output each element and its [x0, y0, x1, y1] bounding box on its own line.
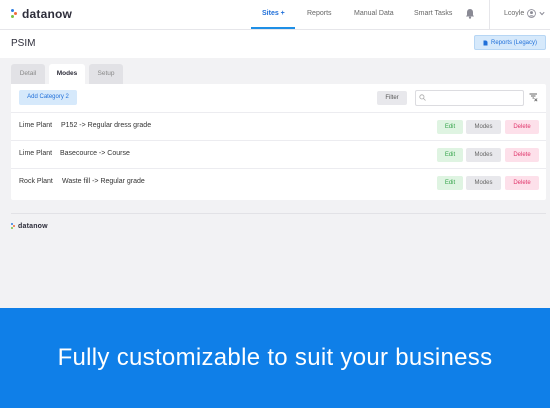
- logo-mark-icon: [11, 8, 17, 20]
- nav-divider: [489, 0, 490, 30]
- row-plant: Rock Plant: [19, 178, 53, 185]
- tab-modes[interactable]: Modes: [49, 64, 85, 84]
- delete-button[interactable]: Delete: [505, 120, 539, 134]
- reports-legacy-label: Reports (Legacy): [490, 39, 538, 46]
- nav-item-reports[interactable]: Reports: [307, 0, 332, 30]
- logo-mark-icon: [11, 222, 15, 230]
- page-header: PSIM Reports (Legacy): [0, 30, 550, 58]
- table-row: Lime Plant P152 -> Regular dress grade E…: [11, 112, 546, 140]
- row-mode: P152 -> Regular dress grade: [61, 122, 152, 129]
- nav-active-indicator: [251, 27, 295, 29]
- reports-legacy-button[interactable]: Reports (Legacy): [474, 35, 546, 50]
- chevron-down-icon[interactable]: [539, 11, 545, 16]
- search-input[interactable]: [415, 90, 524, 106]
- brand-name: datanow: [22, 7, 73, 21]
- row-mode: Basecource -> Course: [60, 150, 130, 157]
- document-icon: [483, 40, 488, 45]
- footer-logo[interactable]: datanow: [11, 222, 48, 230]
- modes-button[interactable]: Modes: [466, 176, 501, 190]
- banner-text: Fully customizable to suit your business: [57, 344, 493, 371]
- footer-divider: [11, 213, 546, 214]
- add-category-button[interactable]: Add Category 2: [19, 90, 77, 105]
- page-title: PSIM: [11, 38, 36, 49]
- clear-filter-icon[interactable]: [529, 93, 538, 102]
- edit-button[interactable]: Edit: [437, 176, 463, 190]
- brand-logo[interactable]: datanow: [11, 7, 72, 21]
- table-row: Lime Plant Basecource -> Course Edit Mod…: [11, 140, 546, 168]
- delete-button[interactable]: Delete: [505, 148, 539, 162]
- edit-button[interactable]: Edit: [437, 120, 463, 134]
- nav-item-manual-data[interactable]: Manual Data: [354, 0, 394, 30]
- filter-button[interactable]: Filter: [377, 91, 407, 105]
- delete-button[interactable]: Delete: [505, 176, 539, 190]
- footer-brand-name: datanow: [18, 222, 48, 230]
- search-icon: [419, 94, 426, 101]
- tab-detail[interactable]: Detail: [11, 64, 45, 84]
- nav-item-smart-tasks[interactable]: Smart Tasks: [414, 0, 452, 30]
- bell-icon[interactable]: [465, 8, 475, 19]
- user-avatar-icon[interactable]: [527, 9, 536, 18]
- edit-button[interactable]: Edit: [437, 148, 463, 162]
- modes-card: Add Category 2 Filter Lime Plant P152 ->…: [11, 84, 546, 200]
- table-row: Rock Plant Waste fill -> Regular grade E…: [11, 168, 546, 196]
- modes-button[interactable]: Modes: [466, 120, 501, 134]
- nav-item-sites[interactable]: Sites +: [262, 0, 285, 30]
- top-navbar: datanow Sites + Reports Manual Data Smar…: [0, 0, 550, 30]
- row-mode: Waste fill -> Regular grade: [62, 178, 145, 185]
- modes-button[interactable]: Modes: [466, 148, 501, 162]
- marketing-banner: Fully customizable to suit your business: [0, 308, 550, 408]
- user-name[interactable]: Lcoyle: [504, 0, 524, 30]
- row-plant: Lime Plant: [19, 122, 53, 129]
- row-plant: Lime Plant: [19, 150, 53, 157]
- tab-setup[interactable]: Setup: [89, 64, 123, 84]
